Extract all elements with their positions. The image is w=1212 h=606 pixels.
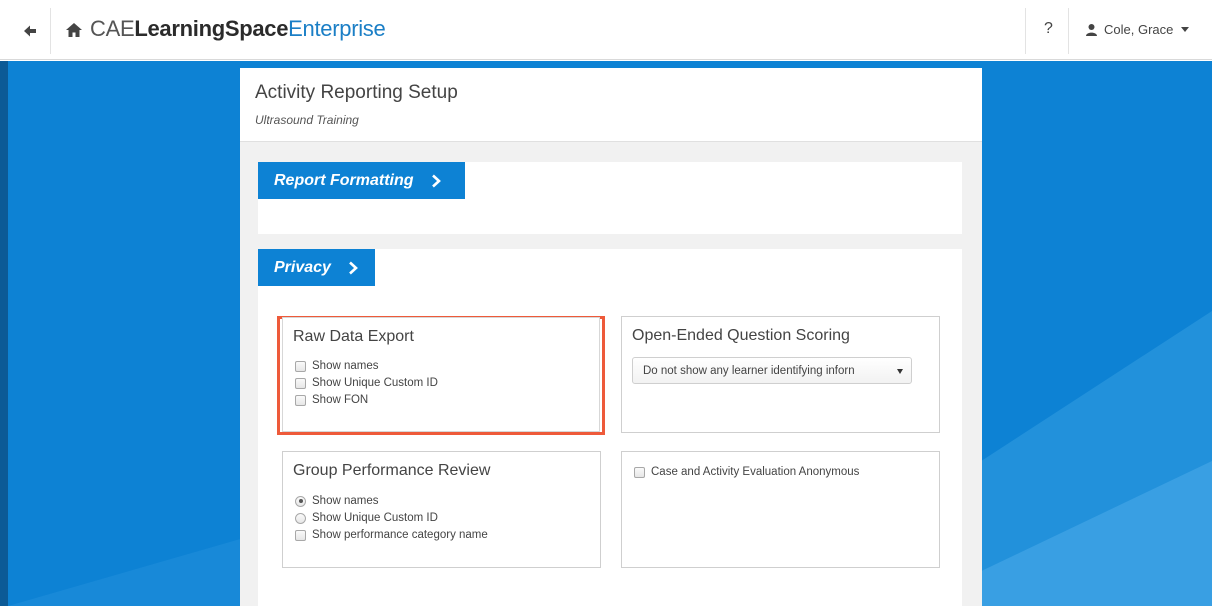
radio-button[interactable] xyxy=(295,512,306,524)
brand-suffix: Enterprise xyxy=(288,16,386,41)
option-label: Show names xyxy=(312,360,379,372)
left-edge-bar xyxy=(0,61,8,606)
open-ended-scoring-title: Open-Ended Question Scoring xyxy=(632,327,850,344)
raw-data-export-title: Raw Data Export xyxy=(293,328,414,345)
option-label: Show Unique Custom ID xyxy=(312,377,438,389)
raw-show-fon-option[interactable]: Show FON xyxy=(295,394,368,406)
raw-data-export-box: Raw Data Export Show names Show Unique C… xyxy=(282,317,600,432)
activity-reporting-card: Activity Reporting Setup Ultrasound Trai… xyxy=(240,68,982,606)
privacy-tab[interactable]: Privacy xyxy=(258,249,375,286)
select-value: Do not show any learner identifying info… xyxy=(643,364,855,377)
arrow-left-icon[interactable] xyxy=(16,18,42,44)
radio-button[interactable] xyxy=(295,495,306,507)
group-performance-review-title: Group Performance Review xyxy=(293,462,491,479)
open-ended-scoring-box: Open-Ended Question Scoring Do not show … xyxy=(621,316,940,433)
raw-show-unique-id-option[interactable]: Show Unique Custom ID xyxy=(295,377,438,389)
option-label: Show Unique Custom ID xyxy=(312,512,438,524)
group-performance-review-box: Group Performance Review Show names Show… xyxy=(282,451,601,568)
raw-show-names-option[interactable]: Show names xyxy=(295,360,378,372)
brand-prefix: CAE xyxy=(90,16,135,41)
chevron-right-icon xyxy=(349,261,358,274)
option-label: Show performance category name xyxy=(312,529,488,541)
app-brand[interactable]: CAELearningSpaceEnterprise xyxy=(90,16,386,42)
checkbox[interactable] xyxy=(295,529,306,541)
top-navbar: CAELearningSpaceEnterprise ? Cole, Grace xyxy=(0,0,1212,60)
page-title: Activity Reporting Setup xyxy=(255,82,458,103)
home-icon[interactable] xyxy=(64,20,84,40)
report-formatting-label: Report Formatting xyxy=(274,171,414,189)
option-label: Show FON xyxy=(312,394,369,406)
privacy-panel: Privacy Raw Data Export Show names Show … xyxy=(258,249,962,606)
brand-main: LearningSpace xyxy=(134,16,289,41)
nav-divider xyxy=(50,8,51,54)
checkbox[interactable] xyxy=(295,377,306,389)
checkbox[interactable] xyxy=(295,394,306,406)
card-header: Activity Reporting Setup Ultrasound Trai… xyxy=(240,68,982,142)
checkbox[interactable] xyxy=(634,466,645,478)
report-formatting-panel: Report Formatting xyxy=(258,162,962,234)
help-button[interactable]: ? xyxy=(1044,20,1053,38)
case-evaluation-box: Case and Activity Evaluation Anonymous xyxy=(621,451,940,568)
option-label: Show names xyxy=(312,495,379,507)
learner-identifying-select[interactable]: Do not show any learner identifying info… xyxy=(632,357,912,384)
nav-divider xyxy=(1025,8,1026,54)
user-menu-button[interactable]: Cole, Grace xyxy=(1085,22,1190,37)
user-name: Cole, Grace xyxy=(1104,22,1174,37)
user-icon xyxy=(1086,24,1097,36)
checkbox[interactable] xyxy=(295,360,306,372)
case-evaluation-anonymous-option[interactable]: Case and Activity Evaluation Anonymous xyxy=(634,466,859,478)
option-label: Case and Activity Evaluation Anonymous xyxy=(651,466,860,478)
nav-divider xyxy=(1068,8,1069,54)
chevron-down-icon xyxy=(897,369,903,374)
group-show-category-option[interactable]: Show performance category name xyxy=(295,529,488,541)
page-subtitle: Ultrasound Training xyxy=(255,113,359,127)
group-show-unique-id-option[interactable]: Show Unique Custom ID xyxy=(295,512,438,524)
chevron-right-icon xyxy=(431,174,441,187)
group-show-names-option[interactable]: Show names xyxy=(295,495,378,507)
chevron-down-icon xyxy=(1181,27,1190,32)
privacy-label: Privacy xyxy=(274,258,331,276)
report-formatting-tab[interactable]: Report Formatting xyxy=(258,162,465,199)
